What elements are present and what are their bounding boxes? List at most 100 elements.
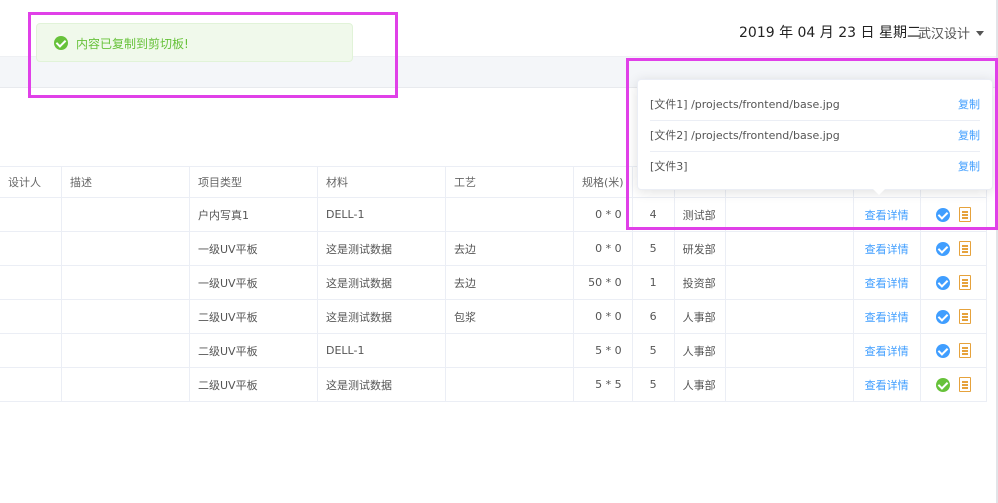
cell-designer [0,197,62,232]
document-icon[interactable] [958,343,971,358]
cell-ops [919,197,987,232]
document-icon[interactable] [958,207,971,222]
file-path: [文件3] [650,160,688,173]
cell-material: 这是测试数据 [317,265,446,300]
cell-type: 一级UV平板 [189,265,318,300]
cell-desc [61,299,190,334]
col-header-desc[interactable]: 描述 [61,166,190,198]
view-details-link[interactable]: 查看详情 [865,379,909,392]
status-check-icon[interactable] [935,275,950,290]
user-menu[interactable]: 武汉设计 [918,23,985,42]
cell-designer [0,333,62,368]
cell-spec: 0 * 0 [573,231,633,266]
cell-spec: 0 * 0 [573,197,633,232]
cell-dept: 人事部 [673,333,726,368]
copy-success-toast: 内容已复制到剪切板! [36,23,353,62]
popover-arrow [873,189,885,195]
table-row: 二级UV平板 DELL-1 5 * 0 5 人事部 查看详情 [0,333,987,368]
view-details-link[interactable]: 查看详情 [865,277,909,290]
document-icon[interactable] [958,377,971,392]
cell-note [724,333,854,368]
cell-ops [919,231,987,266]
cell-material: DELL-1 [317,197,446,232]
status-check-icon[interactable] [935,309,950,324]
cell-spec: 5 * 0 [573,333,633,368]
cell-designer [0,231,62,266]
cell-action: 查看详情 [852,367,921,402]
col-header-spec[interactable]: 规格(米) [573,166,633,198]
cell-desc [61,367,190,402]
cell-material: DELL-1 [317,333,446,368]
file-path: [文件2] /projects/frontend/base.jpg [650,129,840,142]
cell-ops [919,333,987,368]
cell-qty: 6 [631,299,675,334]
status-done-icon[interactable] [935,377,950,392]
cell-action: 查看详情 [852,299,921,334]
view-details-link[interactable]: 查看详情 [865,209,909,222]
popover-file-row: [文件2] /projects/frontend/base.jpg 复制 [650,121,980,152]
col-header-type[interactable]: 项目类型 [189,166,318,198]
current-date: 2019 年 04 月 23 日 星期二 [739,25,921,41]
cell-desc [61,333,190,368]
cell-designer [0,299,62,334]
cell-craft: 去边 [445,231,574,266]
table-body: 户内写真1 DELL-1 0 * 0 4 测试部 查看详情 一级UV平板 这是测试数据 去边 0 … [0,197,987,402]
cell-qty: 4 [631,197,675,232]
copy-link[interactable]: 复制 [958,152,980,182]
cell-type: 户内写真1 [189,197,318,232]
cell-material: 这是测试数据 [317,299,446,334]
cell-dept: 测试部 [673,197,726,232]
cell-ops [919,265,987,300]
caret-down-icon [976,31,985,36]
cell-type: 二级UV平板 [189,367,318,402]
cell-qty: 5 [631,367,675,402]
cell-type: 二级UV平板 [189,299,318,334]
table-row: 户内写真1 DELL-1 0 * 0 4 测试部 查看详情 [0,197,987,232]
cell-spec: 50 * 0 [573,265,633,300]
col-header-designer[interactable]: 设计人 [0,166,62,198]
document-icon[interactable] [958,309,971,324]
table-row: 二级UV平板 这是测试数据 包浆 0 * 0 6 人事部 查看详情 [0,299,987,334]
toast-message: 内容已复制到剪切板! [76,37,189,51]
cell-note [724,367,854,402]
cell-type: 一级UV平板 [189,231,318,266]
col-header-craft[interactable]: 工艺 [445,166,574,198]
file-path: [文件1] /projects/frontend/base.jpg [650,98,840,111]
cell-desc [61,231,190,266]
cell-craft: 包浆 [445,299,574,334]
status-check-icon[interactable] [935,207,950,222]
cell-desc [61,197,190,232]
cell-designer [0,265,62,300]
view-details-link[interactable]: 查看详情 [865,243,909,256]
cell-qty: 5 [631,231,675,266]
cell-dept: 投资部 [673,265,726,300]
cell-material: 这是测试数据 [317,231,446,266]
status-check-icon[interactable] [935,241,950,256]
copy-link[interactable]: 复制 [958,121,980,151]
cell-action: 查看详情 [852,231,921,266]
popover-file-row: [文件1] /projects/frontend/base.jpg 复制 [650,90,980,121]
view-details-link[interactable]: 查看详情 [865,345,909,358]
document-icon[interactable] [958,241,971,256]
cell-action: 查看详情 [852,197,921,232]
cell-craft [445,367,574,402]
col-header-material[interactable]: 材料 [317,166,446,198]
cell-note [724,265,854,300]
table-row: 二级UV平板 这是测试数据 5 * 5 5 人事部 查看详情 [0,367,987,402]
cell-craft [445,333,574,368]
document-icon[interactable] [958,275,971,290]
copy-link[interactable]: 复制 [958,90,980,120]
status-check-icon[interactable] [935,343,950,358]
cell-craft: 去边 [445,265,574,300]
view-details-link[interactable]: 查看详情 [865,311,909,324]
cell-type: 二级UV平板 [189,333,318,368]
user-name: 武汉设计 [918,27,971,42]
cell-qty: 5 [631,333,675,368]
popover-file-row: [文件3] 复制 [650,152,980,183]
cell-material: 这是测试数据 [317,367,446,402]
cell-spec: 5 * 5 [573,367,633,402]
cell-ops [919,367,987,402]
cell-desc [61,265,190,300]
cell-spec: 0 * 0 [573,299,633,334]
cell-action: 查看详情 [852,265,921,300]
